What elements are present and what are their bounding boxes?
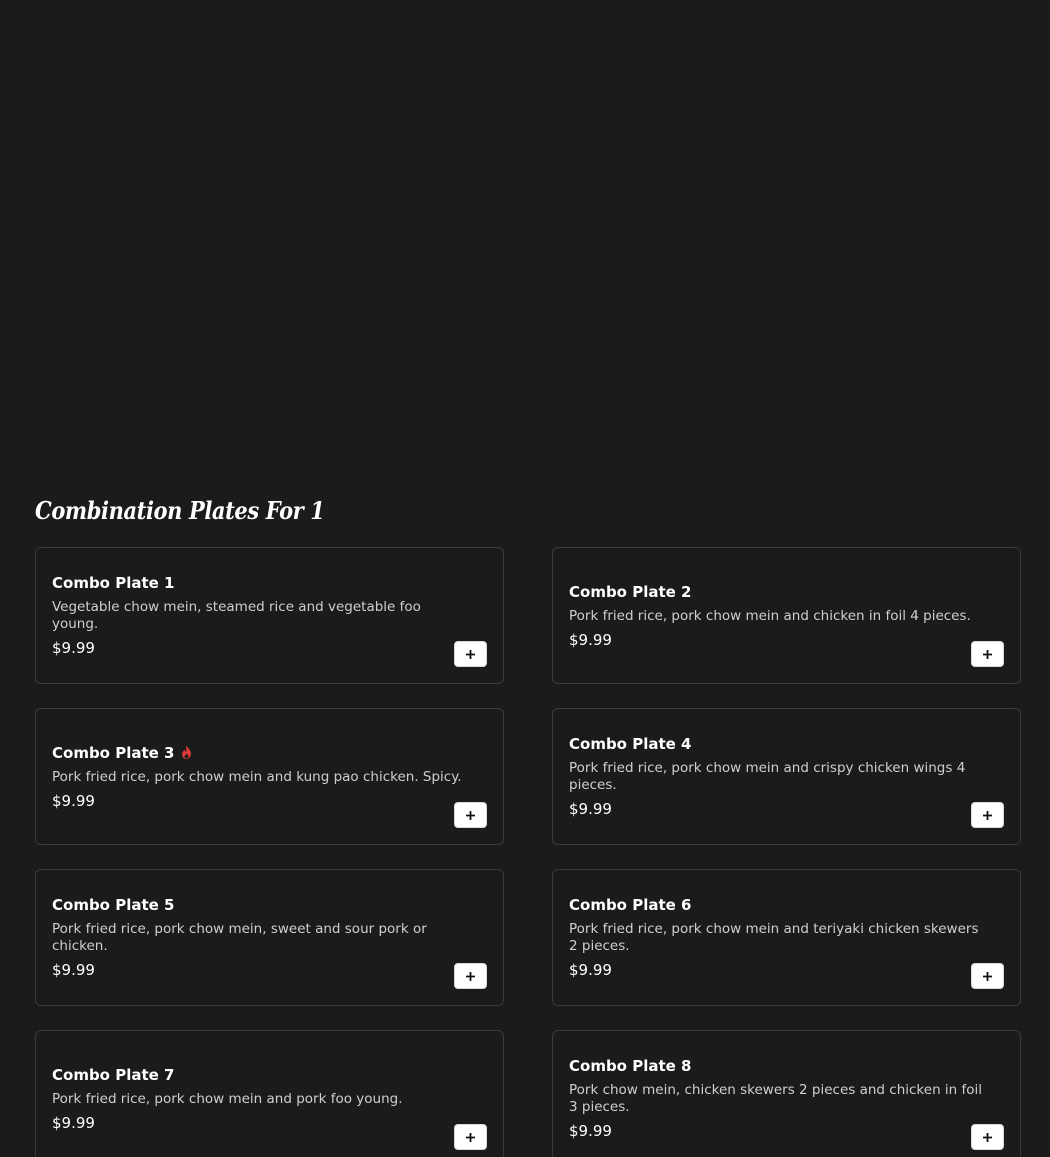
menu-page: Combination Plates For 1 Combo Plate 1 V… — [0, 0, 1050, 1157]
section-title: Combination Plates For 1 — [35, 496, 325, 525]
item-price: $9.99 — [52, 639, 95, 657]
plus-icon — [983, 810, 992, 820]
menu-item-card[interactable]: Combo Plate 6 Pork fried rice, pork chow… — [552, 869, 1021, 1006]
add-item-button[interactable] — [454, 802, 487, 828]
add-item-button[interactable] — [454, 641, 487, 667]
item-name: Combo Plate 3 — [52, 744, 467, 762]
menu-item-card[interactable]: Combo Plate 7 Pork fried rice, pork chow… — [35, 1030, 504, 1157]
item-price: $9.99 — [569, 1122, 612, 1140]
menu-item-card[interactable]: Combo Plate 4 Pork fried rice, pork chow… — [552, 708, 1021, 845]
item-name-text: Combo Plate 5 — [52, 896, 175, 914]
item-name-text: Combo Plate 3 — [52, 743, 175, 762]
item-name-text: Combo Plate 1 — [52, 574, 175, 592]
item-description: Pork fried rice, pork chow mein and kung… — [52, 768, 462, 785]
item-price: $9.99 — [569, 961, 612, 979]
plus-icon — [466, 649, 475, 659]
plus-icon — [466, 1132, 475, 1142]
add-item-button[interactable] — [971, 1124, 1004, 1150]
plus-icon — [466, 810, 475, 820]
item-description: Pork fried rice, pork chow mein and cris… — [569, 760, 966, 793]
menu-item-card[interactable]: Combo Plate 8 Pork chow mein, chicken sk… — [552, 1030, 1021, 1157]
item-name-text: Combo Plate 8 — [569, 1057, 692, 1075]
plus-icon — [983, 649, 992, 659]
menu-item-card[interactable]: Combo Plate 1 Vegetable chow mein, steam… — [35, 547, 504, 684]
item-price: $9.99 — [52, 1113, 95, 1132]
add-item-button[interactable] — [971, 802, 1004, 828]
plus-icon — [983, 1132, 992, 1142]
item-name: Combo Plate 5 — [52, 896, 467, 914]
item-description: Pork fried rice, pork chow mein and teri… — [569, 921, 979, 954]
item-name-text: Combo Plate 2 — [569, 582, 692, 601]
item-name: Combo Plate 7 — [52, 1066, 467, 1084]
menu-item-card[interactable]: Combo Plate 2 Pork fried rice, pork chow… — [552, 547, 1021, 684]
item-price: $9.99 — [569, 630, 612, 649]
plus-icon — [466, 971, 475, 981]
item-description: Pork fried rice, pork chow mein and pork… — [52, 1090, 403, 1107]
item-name-text: Combo Plate 4 — [569, 735, 692, 753]
add-item-button[interactable] — [454, 1124, 487, 1150]
item-name-text: Combo Plate 6 — [569, 896, 692, 914]
item-price: $9.99 — [52, 961, 95, 979]
item-description: Pork fried rice, pork chow mein, sweet a… — [52, 921, 427, 954]
item-price: $9.99 — [52, 791, 95, 810]
add-item-button[interactable] — [971, 963, 1004, 989]
item-description: Vegetable chow mein, steamed rice and ve… — [52, 599, 421, 632]
item-name: Combo Plate 4 — [569, 735, 984, 753]
plus-icon — [983, 971, 992, 981]
item-description: Pork fried rice, pork chow mein and chic… — [569, 607, 971, 624]
item-name: Combo Plate 1 — [52, 574, 467, 592]
menu-item-card[interactable]: Combo Plate 3 Pork fried rice, pork chow… — [35, 708, 504, 845]
flame-icon — [182, 745, 192, 759]
item-name: Combo Plate 8 — [569, 1057, 984, 1075]
item-description: Pork chow mein, chicken skewers 2 pieces… — [569, 1082, 983, 1115]
menu-item-card[interactable]: Combo Plate 5 Pork fried rice, pork chow… — [35, 869, 504, 1006]
item-name: Combo Plate 6 — [569, 896, 984, 914]
add-item-button[interactable] — [971, 641, 1004, 667]
item-name-text: Combo Plate 7 — [52, 1065, 175, 1084]
item-name: Combo Plate 2 — [569, 583, 984, 601]
add-item-button[interactable] — [454, 963, 487, 989]
item-price: $9.99 — [569, 800, 612, 818]
